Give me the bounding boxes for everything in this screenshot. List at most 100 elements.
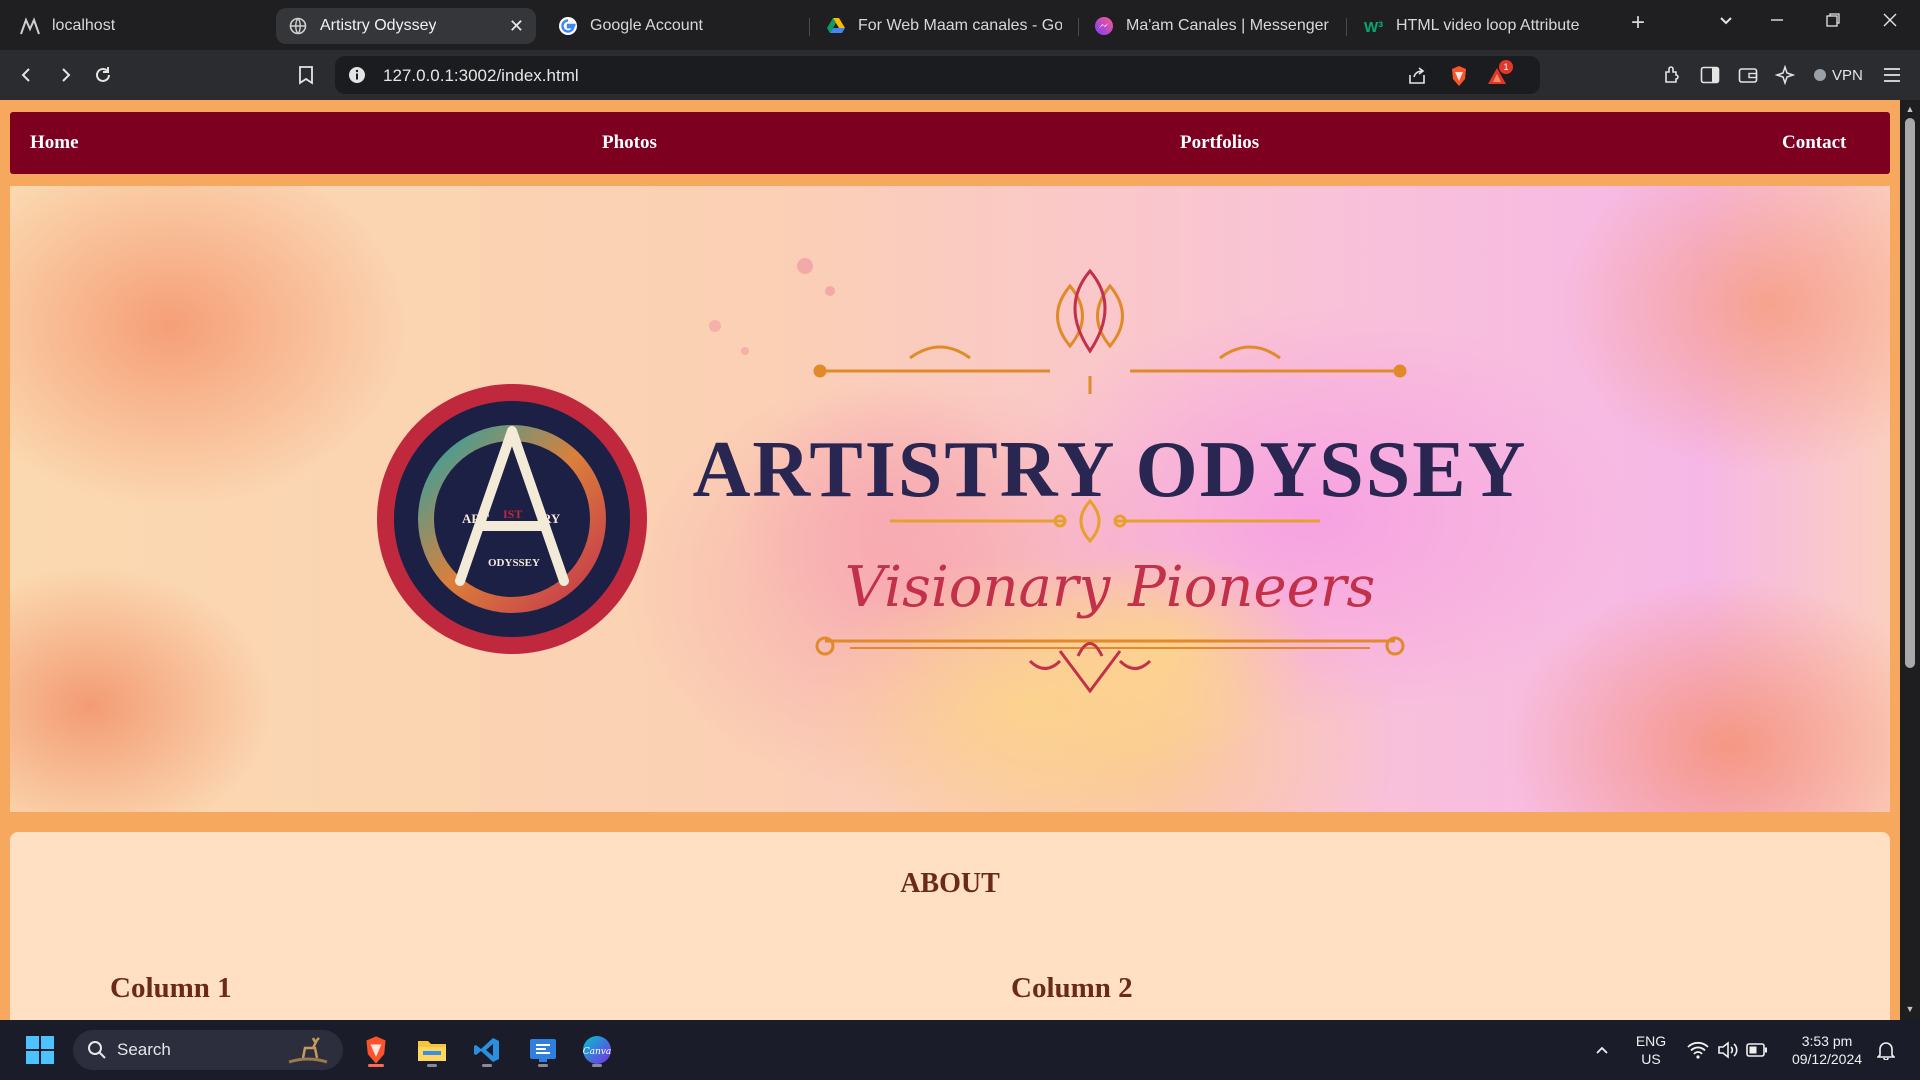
open-app-indicator (592, 1064, 602, 1067)
reload-icon[interactable] (88, 60, 118, 90)
scroll-up-arrow-icon[interactable]: ▲ (1904, 104, 1916, 114)
clock-date: 09/12/2024 (1791, 1051, 1863, 1067)
lang-region: US (1641, 1051, 1661, 1067)
taskbar-search[interactable]: Search (73, 1030, 343, 1070)
extensions-icon[interactable] (1660, 63, 1684, 87)
page-scrollbar[interactable]: ▲ ▼ (1900, 100, 1920, 1020)
tab-search-chevron-icon[interactable] (1714, 12, 1738, 33)
windows-taskbar: Search Canva ENG US 3:53 pm 09/12/2024 (0, 1020, 1920, 1080)
vpn-status-icon (1814, 69, 1826, 81)
tab-w3schools[interactable]: W³ HTML video loop Attribute (1352, 8, 1612, 44)
logo-ring-left-text: ART (462, 511, 489, 526)
brave-browser-taskbar-icon[interactable] (356, 1030, 396, 1070)
browser-tab-strip: localhost Artistry Odyssey ✕ Google Acco… (0, 0, 1920, 50)
banner-title: ARTISTRY ODYSSEY (693, 426, 1528, 514)
page-viewport: Home Photos Portfolios Contact ART IST R… (0, 100, 1900, 1020)
open-app-indicator (482, 1064, 492, 1067)
tab-google-account[interactable]: Google Account (546, 8, 806, 44)
tab-separator (1078, 18, 1079, 36)
canva-icon[interactable]: Canva (577, 1030, 617, 1070)
globe-icon (288, 16, 308, 36)
windows-start-icon[interactable] (20, 1030, 60, 1070)
back-icon[interactable] (12, 60, 42, 90)
rewards-badge: 1 (1499, 60, 1513, 74)
column-1-heading: Column 1 (110, 972, 232, 1004)
about-heading: ABOUT (900, 868, 1000, 899)
nav-link-contact[interactable]: Contact (1782, 132, 1846, 154)
tab-label: Ma'am Canales | Messenger (1126, 17, 1329, 34)
nav-link-home[interactable]: Home (30, 132, 79, 154)
vpn-button[interactable]: VPN (1808, 62, 1869, 88)
tab-localhost[interactable]: localhost (8, 8, 268, 44)
address-bar[interactable]: 127.0.0.1:3002/index.html 1 (335, 56, 1540, 94)
vscode-icon[interactable] (467, 1030, 507, 1070)
scroll-thumb[interactable] (1905, 118, 1915, 668)
scroll-down-arrow-icon[interactable]: ▼ (1904, 1004, 1916, 1014)
show-hidden-icons-chevron-icon[interactable] (1582, 1030, 1622, 1070)
tab-messenger[interactable]: Ma'am Canales | Messenger (1082, 8, 1342, 44)
search-label: Search (117, 1040, 171, 1059)
leo-ai-icon[interactable] (1773, 63, 1797, 87)
site-navbar: Home Photos Portfolios Contact (10, 112, 1890, 174)
logo-ring-right-text: RY (542, 511, 561, 526)
about-section: ABOUT Column 1 Column 2 (10, 832, 1890, 1020)
tab-google-drive[interactable]: For Web Maam canales - Goog (814, 8, 1074, 44)
new-tab-button[interactable]: + (1626, 9, 1650, 37)
restore-icon[interactable] (1821, 12, 1845, 33)
messenger-icon (1094, 16, 1114, 36)
wallet-icon[interactable] (1736, 63, 1760, 87)
open-app-indicator (538, 1064, 548, 1067)
tab-label: Google Account (590, 17, 703, 34)
google-drive-icon (826, 16, 846, 36)
localhost-favicon-icon (20, 16, 40, 36)
top-ornament (813, 268, 1407, 394)
tab-label: HTML video loop Attribute (1396, 17, 1580, 34)
logo-bottom-text: ODYSSEY (488, 557, 540, 569)
brave-shields-icon[interactable] (1447, 64, 1471, 88)
tab-label: Artistry Odyssey (320, 17, 437, 34)
sidebar-icon[interactable] (1698, 63, 1722, 87)
notification-bell-icon[interactable] (1866, 1030, 1906, 1070)
logo-ring-mid-text: IST (503, 507, 522, 521)
column-2-heading: Column 2 (1011, 972, 1133, 1004)
hero-banner: ART IST RY ODYSSEY ARTISTRY ODYSSEY Visi… (10, 186, 1890, 812)
nav-link-photos[interactable]: Photos (602, 132, 657, 154)
google-icon (558, 16, 578, 36)
artistry-odyssey-logo: ART IST RY ODYSSEY (377, 384, 647, 654)
close-window-icon[interactable] (1878, 12, 1902, 33)
minimize-icon[interactable] (1765, 12, 1789, 33)
input-language-indicator[interactable]: ENG US (1628, 1032, 1674, 1068)
clock-time: 3:53 pm (1801, 1033, 1853, 1049)
tab-artistry-odyssey[interactable]: Artistry Odyssey ✕ (276, 8, 536, 44)
share-icon[interactable] (1405, 64, 1429, 88)
browser-toolbar: 127.0.0.1:3002/index.html 1 VPN (0, 50, 1920, 100)
system-clock[interactable]: 3:53 pm 09/12/2024 (1780, 1032, 1874, 1068)
banner-artwork: ART IST RY ODYSSEY ARTISTRY ODYSSEY Visi… (377, 258, 1528, 812)
banner-subtitle: Visionary Pioneers (845, 555, 1376, 620)
file-explorer-icon[interactable] (412, 1030, 452, 1070)
w3schools-icon: W³ (1364, 16, 1384, 36)
watercolor-splash (709, 258, 1310, 812)
svg-text:W³: W³ (1364, 19, 1383, 34)
search-highlight-deer-icon (285, 1034, 331, 1071)
menu-icon[interactable] (1880, 63, 1904, 87)
open-app-indicator (427, 1064, 437, 1067)
search-icon (87, 1040, 107, 1065)
remote-desktop-icon[interactable] (523, 1030, 563, 1070)
battery-icon[interactable] (1737, 1030, 1777, 1070)
site-info-icon[interactable] (347, 65, 367, 85)
vpn-label: VPN (1832, 66, 1863, 84)
tab-separator (1346, 18, 1347, 36)
brave-rewards-icon[interactable]: 1 (1485, 60, 1513, 88)
forward-icon[interactable] (50, 60, 80, 90)
url-text[interactable]: 127.0.0.1:3002/index.html (383, 66, 579, 86)
tab-label: For Web Maam canales - Goog (858, 17, 1062, 34)
tab-label: localhost (52, 17, 116, 34)
bookmark-icon[interactable] (291, 60, 321, 90)
svg-text:Canva: Canva (583, 1047, 612, 1057)
close-tab-icon[interactable]: ✕ (509, 16, 524, 37)
tab-separator (809, 18, 810, 36)
active-app-indicator (368, 1064, 384, 1067)
nav-link-portfolios[interactable]: Portfolios (1180, 132, 1259, 154)
lang-code: ENG (1635, 1033, 1667, 1049)
